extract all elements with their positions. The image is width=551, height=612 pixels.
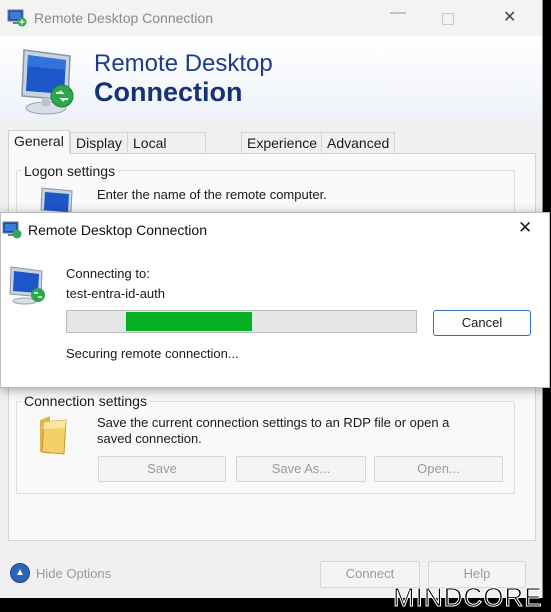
- minimize-button[interactable]: —: [390, 4, 406, 22]
- title-bar[interactable]: Remote Desktop Connection — ✕: [0, 0, 542, 36]
- tab-experience[interactable]: Experience: [241, 132, 324, 153]
- folder-icon: [36, 414, 70, 459]
- watermark-logo: MINDCORE: [393, 582, 543, 612]
- computer-icon: [38, 186, 78, 215]
- connection-settings-description: Save the current connection settings to …: [97, 415, 450, 446]
- window-title: Remote Desktop Connection: [34, 10, 213, 26]
- connection-progress-bar: [66, 310, 417, 333]
- save-button[interactable]: Save: [98, 456, 226, 482]
- cancel-button[interactable]: Cancel: [433, 310, 531, 336]
- tab-advanced[interactable]: Advanced: [321, 132, 396, 153]
- open-button[interactable]: Open...: [374, 456, 503, 482]
- remote-desktop-icon: [2, 221, 22, 242]
- close-button[interactable]: ✕: [503, 7, 516, 27]
- connection-status-text: Securing remote connection...: [66, 346, 239, 361]
- close-icon[interactable]: ✕: [518, 218, 532, 238]
- app-banner: Remote Desktop Connection: [0, 36, 542, 122]
- logon-settings-label: Logon settings: [22, 163, 118, 179]
- maximize-button[interactable]: [442, 13, 454, 25]
- connecting-to-label: Connecting to:: [66, 266, 150, 281]
- remote-desktop-icon: [7, 9, 27, 30]
- connection-settings-label: Connection settings: [22, 393, 149, 409]
- remote-desktop-monitor-icon: [8, 265, 50, 308]
- banner-title-line1: Remote Desktop: [94, 50, 273, 77]
- tab-display[interactable]: Display: [70, 132, 128, 153]
- tab-local-resources[interactable]: Local Resources: [127, 132, 206, 171]
- tab-general[interactable]: General: [8, 130, 70, 154]
- connecting-dialog: Remote Desktop Connection ✕ Connecting t…: [0, 212, 550, 388]
- banner-title-line2: Connection: [94, 77, 243, 107]
- progress-bar-fill: [126, 312, 252, 331]
- remote-host-name: test-entra-id-auth: [66, 286, 165, 301]
- chevron-up-icon: ▲: [10, 563, 30, 583]
- hide-options-toggle[interactable]: ▲ Hide Options: [10, 563, 111, 583]
- remote-desktop-monitor-icon: [18, 46, 82, 123]
- hide-options-label: Hide Options: [36, 565, 112, 581]
- dialog-title: Remote Desktop Connection: [28, 222, 207, 238]
- save-as-button[interactable]: Save As...: [236, 456, 366, 482]
- logon-prompt: Enter the name of the remote computer.: [97, 187, 327, 202]
